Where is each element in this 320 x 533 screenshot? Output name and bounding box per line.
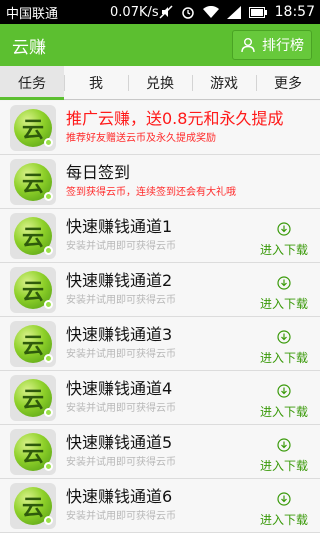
tab-me[interactable]: 我 [64,66,128,99]
signal-icon [226,5,241,19]
channel-title: 快速赚钱通道6 [66,487,173,506]
download-label: 进入下载 [259,242,308,257]
channel-title: 快速赚钱通道5 [66,433,173,452]
channel-row[interactable]: 云 快速赚钱通道1 安装并试用即可获得云币 进入下载 [0,209,320,263]
download-label: 进入下载 [259,404,308,419]
wifi-icon [202,5,219,18]
app-logo-icon: 云 [10,320,56,367]
app-title: 云赚 [12,37,46,58]
task-title: 每日签到 [66,163,131,182]
channel-title: 快速赚钱通道4 [66,379,173,398]
battery-icon [248,6,267,18]
channel-title: 快速赚钱通道3 [66,325,173,344]
app-logo-icon: 云 [10,374,56,421]
leaderboard-button[interactable]: 排行榜 [232,30,312,60]
channel-row[interactable]: 云 快速赚钱通道6 安装并试用即可获得云币 进入下载 [0,479,320,533]
channel-row[interactable]: 云 快速赚钱通道2 安装并试用即可获得云币 进入下载 [0,263,320,317]
download-button[interactable]: 进入下载 [248,268,320,312]
tab-exchange[interactable]: 兑换 [128,66,192,99]
mute-icon [159,5,173,19]
checkin-task-row[interactable]: 云 每日签到 签到获得云币，连续签到还会有大礼哦 [0,155,320,209]
download-icon [277,221,291,236]
leaderboard-label: 排行榜 [262,38,304,54]
channel-row[interactable]: 云 快速赚钱通道4 安装并试用即可获得云币 进入下载 [0,371,320,425]
download-button[interactable]: 进入下载 [248,322,320,366]
task-subtitle: 推荐好友赠送云币及永久提成奖励 [66,133,216,144]
app-logo-icon: 云 [10,266,56,313]
channel-row[interactable]: 云 快速赚钱通道5 安装并试用即可获得云币 进入下载 [0,425,320,479]
download-label: 进入下载 [259,350,308,365]
download-button[interactable]: 进入下载 [248,484,320,528]
channel-subtitle: 安装并试用即可获得云币 [66,241,176,252]
task-list: 云 推广云赚，送0.8元和永久提成 推荐好友赠送云币及永久提成奖励 云 每日签到… [0,101,320,533]
channel-subtitle: 安装并试用即可获得云币 [66,511,176,522]
download-label: 进入下载 [259,512,308,527]
tab-games[interactable]: 游戏 [192,66,256,99]
tab-more[interactable]: 更多 [256,66,320,99]
task-subtitle: 签到获得云币，连续签到还会有大礼哦 [66,187,236,198]
channel-subtitle: 安装并试用即可获得云币 [66,349,176,360]
task-title: 推广云赚，送0.8元和永久提成 [66,109,284,128]
clock: 18:57 [274,4,315,20]
channel-title: 快速赚钱通道1 [66,217,173,236]
tab-bar: 任务 我 兑换 游戏 更多 [0,66,320,100]
download-icon [277,275,291,290]
channel-title: 快速赚钱通道2 [66,271,173,290]
app-bar: 云赚 排行榜 [0,24,320,66]
download-label: 进入下载 [259,296,308,311]
app-logo-icon: 云 [10,104,56,151]
carrier-name: 中国联通 [6,6,59,22]
channel-subtitle: 安装并试用即可获得云币 [66,295,176,306]
user-icon [241,38,255,53]
channel-subtitle: 安装并试用即可获得云币 [66,403,176,414]
app-logo-icon: 云 [10,482,56,529]
download-button[interactable]: 进入下载 [248,376,320,420]
status-bar: 中国联通 0.07K/s 18:57 [0,0,320,24]
app-logo-icon: 云 [10,428,56,475]
app-logo-icon: 云 [10,158,56,205]
channel-row[interactable]: 云 快速赚钱通道3 安装并试用即可获得云币 进入下载 [0,317,320,371]
download-label: 进入下载 [259,458,308,473]
tab-tasks[interactable]: 任务 [0,66,64,100]
network-speed: 0.07K/s [110,4,159,20]
alarm-icon [181,7,194,19]
promote-task-row[interactable]: 云 推广云赚，送0.8元和永久提成 推荐好友赠送云币及永久提成奖励 [0,101,320,155]
app-logo-icon: 云 [10,212,56,259]
download-button[interactable]: 进入下载 [248,430,320,474]
download-button[interactable]: 进入下载 [248,214,320,258]
download-icon [277,491,291,506]
download-icon [277,329,291,344]
channel-subtitle: 安装并试用即可获得云币 [66,457,176,468]
download-icon [277,383,291,398]
download-icon [277,437,291,452]
